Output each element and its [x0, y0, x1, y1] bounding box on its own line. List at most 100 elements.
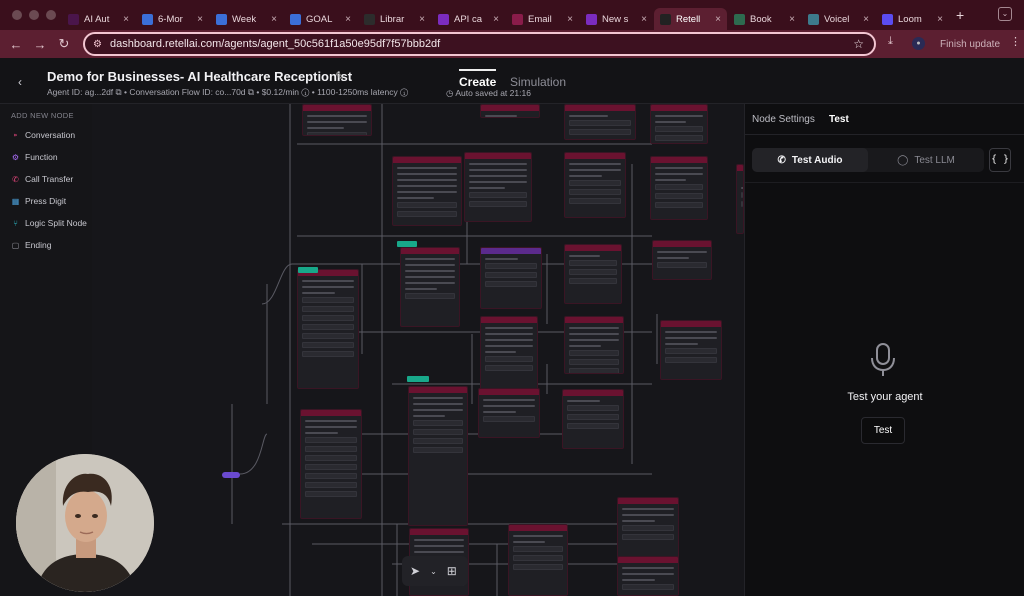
transition-row[interactable]: [305, 482, 357, 488]
transition-row[interactable]: [741, 192, 743, 198]
test-audio-button[interactable]: ✆ Test Audio: [752, 148, 868, 172]
transition-row[interactable]: [305, 464, 357, 470]
transition-row[interactable]: [569, 278, 617, 284]
browser-tab[interactable]: 6-Mor ×: [136, 8, 209, 30]
json-view-button[interactable]: { }: [989, 148, 1011, 172]
transition-row[interactable]: [302, 315, 354, 321]
conversation-node[interactable]: [564, 316, 624, 374]
transition-row[interactable]: [567, 405, 619, 411]
conversation-node[interactable]: [478, 388, 540, 438]
transition-row[interactable]: [413, 438, 463, 444]
browser-tab[interactable]: Loom ×: [876, 8, 949, 30]
transition-row[interactable]: [569, 359, 619, 365]
transition-row[interactable]: [655, 135, 703, 141]
transition-row[interactable]: [469, 192, 527, 198]
transition-row[interactable]: [485, 263, 537, 269]
bookmark-star-icon[interactable]: ☆: [853, 37, 864, 51]
browser-tab[interactable]: New s ×: [580, 8, 653, 30]
minimize-window-button[interactable]: [29, 10, 39, 20]
transition-row[interactable]: [513, 555, 563, 561]
copy-icon[interactable]: ⧉ •: [116, 87, 130, 97]
conversation-node[interactable]: [480, 247, 542, 309]
transition-row[interactable]: [655, 184, 703, 190]
transition-row[interactable]: [665, 348, 717, 354]
conversation-node[interactable]: [480, 104, 540, 118]
start-node-handle[interactable]: [222, 472, 240, 478]
transition-row[interactable]: [485, 272, 537, 278]
transition-row[interactable]: [305, 491, 357, 497]
transition-row[interactable]: [485, 356, 533, 362]
download-icon[interactable]: ⤓: [888, 35, 893, 48]
close-tab-icon[interactable]: ×: [567, 14, 573, 25]
address-bar[interactable]: ⚙ dashboard.retellai.com/agents/agent_50…: [83, 32, 876, 56]
close-tab-icon[interactable]: ×: [789, 14, 795, 25]
grid-layout-icon[interactable]: ⊞: [447, 564, 457, 578]
conversation-node[interactable]: [660, 320, 722, 380]
flow-canvas[interactable]: ➤ ⌄ ⊞: [92, 104, 744, 596]
transition-row[interactable]: [569, 269, 617, 275]
transition-row[interactable]: [485, 281, 537, 287]
browser-tab[interactable]: Retell ×: [654, 8, 727, 30]
palette-item[interactable]: ▦ Press Digit: [11, 194, 66, 208]
transition-row[interactable]: [302, 297, 354, 303]
transition-row[interactable]: [302, 324, 354, 330]
conversation-node[interactable]: [736, 164, 744, 234]
conversation-node[interactable]: [617, 556, 679, 596]
close-tab-icon[interactable]: ×: [123, 14, 129, 25]
transition-row[interactable]: [655, 202, 703, 208]
transition-row[interactable]: [569, 129, 631, 135]
palette-item[interactable]: ⚙ Function: [11, 150, 58, 164]
browser-menu-icon[interactable]: ⋮: [1010, 35, 1021, 48]
conversation-node[interactable]: [400, 247, 460, 327]
transition-row[interactable]: [569, 368, 619, 373]
finish-update-button[interactable]: Finish update: [934, 35, 1006, 53]
close-tab-icon[interactable]: ×: [345, 14, 351, 25]
tab-simulation[interactable]: Simulation: [510, 75, 566, 89]
close-tab-icon[interactable]: ×: [641, 14, 647, 25]
edit-title-icon[interactable]: ✎: [335, 70, 344, 83]
transition-row[interactable]: [567, 414, 619, 420]
transition-row[interactable]: [302, 342, 354, 348]
transition-row[interactable]: [622, 525, 674, 531]
browser-tab[interactable]: Week ×: [210, 8, 283, 30]
back-chevron-icon[interactable]: ‹: [18, 75, 22, 89]
transition-row[interactable]: [397, 211, 457, 217]
browser-tab[interactable]: Email ×: [506, 8, 579, 30]
forward-arrow-icon[interactable]: →: [28, 37, 52, 52]
copy-icon[interactable]: ⧉ •: [248, 87, 262, 97]
palette-item[interactable]: ⁍ Conversation: [11, 128, 76, 142]
conversation-node[interactable]: [652, 240, 712, 280]
close-window-button[interactable]: [12, 10, 22, 20]
close-tab-icon[interactable]: ×: [863, 14, 869, 25]
transition-row[interactable]: [569, 120, 631, 126]
close-tab-icon[interactable]: ×: [419, 14, 425, 25]
tab-test[interactable]: Test: [829, 114, 849, 125]
browser-tab[interactable]: GOAL ×: [284, 8, 357, 30]
conversation-node[interactable]: [650, 156, 708, 220]
transition-row[interactable]: [569, 350, 619, 356]
transition-row[interactable]: [569, 189, 621, 195]
transition-row[interactable]: [305, 437, 357, 443]
palette-item[interactable]: ⑂ Logic Split Node: [11, 216, 87, 230]
browser-tab[interactable]: AI Aut ×: [62, 8, 135, 30]
conversation-node[interactable]: [300, 409, 362, 519]
transition-row[interactable]: [302, 333, 354, 339]
pointer-tool-icon[interactable]: ➤: [410, 564, 420, 578]
palette-item[interactable]: ✆ Call Transfer: [11, 172, 73, 186]
conversation-node[interactable]: [508, 524, 568, 596]
conversation-node[interactable]: [302, 104, 372, 136]
reload-icon[interactable]: ↻: [52, 36, 76, 52]
transition-row[interactable]: [405, 293, 455, 299]
transition-row[interactable]: [513, 564, 563, 570]
test-llm-button[interactable]: ◯ Test LLM: [868, 148, 984, 172]
conversation-node[interactable]: [650, 104, 708, 144]
transition-row[interactable]: [622, 534, 674, 540]
conversation-node[interactable]: [464, 152, 532, 222]
transition-row[interactable]: [305, 446, 357, 452]
conversation-node[interactable]: [564, 104, 636, 140]
transition-row[interactable]: [413, 420, 463, 426]
tab-node-settings[interactable]: Node Settings: [752, 114, 815, 125]
conversation-node[interactable]: [564, 244, 622, 304]
browser-tab[interactable]: Librar ×: [358, 8, 431, 30]
browser-tab[interactable]: Voicel ×: [802, 8, 875, 30]
